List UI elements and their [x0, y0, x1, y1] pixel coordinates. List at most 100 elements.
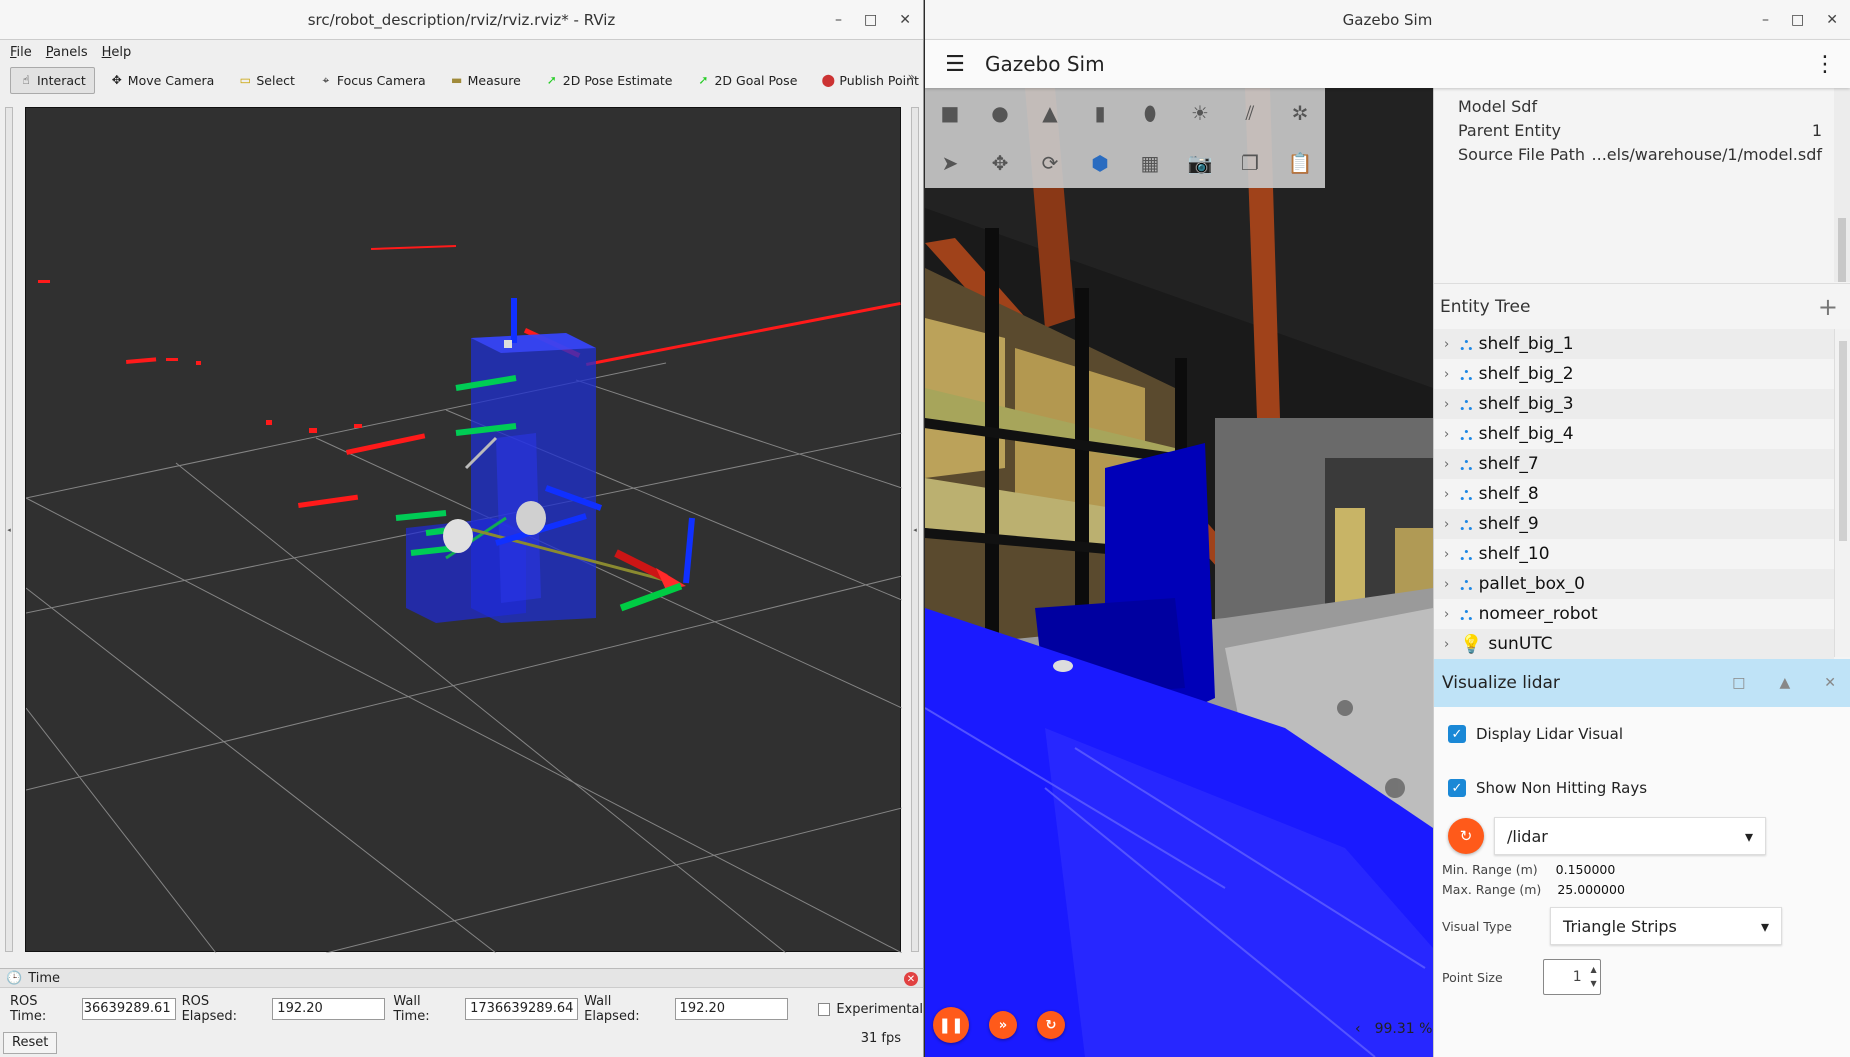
select-mode-icon[interactable]: ➤	[925, 151, 975, 175]
tool-select[interactable]: ▭ Select	[229, 67, 304, 94]
entity-item[interactable]: › ⛬ shelf_big_2	[1434, 359, 1834, 389]
pause-button[interactable]: ❚❚	[933, 1007, 969, 1043]
close-plugin-icon[interactable]: ✕	[1824, 675, 1836, 691]
tool-measure[interactable]: ▬ Measure	[441, 67, 530, 94]
topic-select[interactable]: /lidar ▾	[1494, 817, 1766, 855]
translate-mode-icon[interactable]: ✥	[975, 151, 1025, 175]
point-size-spinbox[interactable]: 1 ▲ ▼	[1542, 959, 1601, 995]
gazebo-3d-scene[interactable]	[925, 88, 1433, 1057]
tool-interact[interactable]: ☝ Interact	[10, 66, 95, 94]
copy-icon[interactable]: ❐	[1225, 151, 1275, 175]
reset-sim-button[interactable]: ↻	[1037, 1011, 1065, 1039]
tool-2d-goal-pose[interactable]: ➚ 2D Goal Pose	[687, 67, 806, 94]
non-hitting-rays-checkbox[interactable]: ✓	[1448, 779, 1466, 797]
menu-file[interactable]: File	[10, 45, 32, 60]
maximize-icon[interactable]: □	[864, 12, 877, 28]
capsule-shape-icon[interactable]: ⬮	[1125, 101, 1175, 125]
chevron-right-icon[interactable]: ›	[1444, 487, 1454, 502]
step-button[interactable]: »	[989, 1011, 1017, 1039]
transform-control-icon[interactable]: ⬢	[1075, 151, 1125, 175]
tf-axes	[614, 517, 695, 612]
entity-item[interactable]: › ⛬ shelf_10	[1434, 539, 1834, 569]
chevron-right-icon[interactable]: ›	[1444, 577, 1454, 592]
wall-elapsed-field[interactable]: 192.20	[674, 998, 788, 1020]
point-light-icon[interactable]: ☀	[1175, 101, 1225, 125]
toolbar-overflow-icon[interactable]: »	[908, 70, 915, 84]
chevron-right-icon[interactable]: ›	[1444, 607, 1454, 622]
rviz-3d-viewport[interactable]	[25, 107, 903, 954]
experimental-checkbox[interactable]	[817, 1002, 831, 1016]
dropdown-arrow-icon: ▾	[1760, 916, 1770, 936]
hamburger-menu-icon[interactable]: ☰	[925, 52, 985, 77]
entity-item[interactable]: › ⛬ shelf_8	[1434, 479, 1834, 509]
left-dock-handle[interactable]: ◂	[5, 107, 13, 952]
menu-panels[interactable]: Panels	[46, 45, 88, 60]
rtf-expand-icon[interactable]: ‹	[1355, 1021, 1361, 1037]
sphere-shape-icon[interactable]: ●	[975, 101, 1025, 125]
chevron-right-icon[interactable]: ›	[1444, 547, 1454, 562]
chevron-right-icon[interactable]: ›	[1444, 517, 1454, 532]
chevron-right-icon[interactable]: ›	[1444, 427, 1454, 442]
inspector-scrollbar[interactable]	[1834, 88, 1850, 282]
entity-tree-scrollbar[interactable]	[1834, 329, 1850, 657]
directional-light-icon[interactable]: ⫽	[1225, 101, 1275, 125]
entity-tree-header: Entity Tree +	[1434, 283, 1850, 329]
time-panel-title: Time	[28, 970, 61, 986]
gazebo-right-panel: Model Sdf Parent Entity 1 Source File Pat…	[1433, 88, 1850, 1057]
dock-icon[interactable]: □	[1732, 675, 1745, 691]
screenshot-icon[interactable]: 📷	[1175, 151, 1225, 175]
spot-light-icon[interactable]: ✲	[1275, 101, 1325, 125]
entity-item[interactable]: › ⛬ shelf_big_4	[1434, 419, 1834, 449]
wall-time-field[interactable]: 1736639289.64	[465, 998, 579, 1020]
visual-type-select[interactable]: Triangle Strips ▾	[1550, 907, 1783, 945]
entity-item[interactable]: › ⛬ shelf_big_3	[1434, 389, 1834, 419]
ros-elapsed-field[interactable]: 192.20	[272, 998, 386, 1020]
paste-icon[interactable]: 📋	[1275, 151, 1325, 175]
grid-snap-icon[interactable]: ▦	[1125, 151, 1175, 175]
chevron-right-icon[interactable]: ›	[1444, 457, 1454, 472]
dropdown-arrow-icon: ▾	[1744, 826, 1753, 846]
close-icon[interactable]: ✕	[899, 12, 911, 28]
ros-time-field[interactable]: 1736639289.61	[81, 998, 176, 1020]
chevron-right-icon[interactable]: ›	[1444, 637, 1454, 652]
right-dock-handle[interactable]: ◂	[911, 107, 919, 952]
entity-item[interactable]: › ⛬ nomeer_robot	[1434, 599, 1834, 629]
collapse-icon[interactable]: ▲	[1779, 675, 1790, 691]
menu-help[interactable]: Help	[102, 45, 132, 60]
rviz-toolbar: ☝ Interact ✥ Move Camera ▭ Select ⌖ Focus Ca…	[0, 64, 923, 96]
focus-camera-icon: ⌖	[322, 72, 330, 87]
rviz-scene	[25, 245, 903, 954]
entity-tree-title: Entity Tree	[1440, 296, 1531, 317]
minimize-icon[interactable]: –	[1762, 12, 1769, 28]
close-icon[interactable]: ✕	[1826, 12, 1838, 28]
reset-button[interactable]: Reset	[3, 1032, 58, 1054]
publish-point-icon: ⬤	[821, 73, 836, 87]
chevron-right-icon[interactable]: ›	[1444, 337, 1454, 352]
fps-readout: 31 fps	[860, 1031, 901, 1046]
rotate-mode-icon[interactable]: ⟳	[1025, 151, 1075, 175]
model-icon: ⛬	[1460, 363, 1473, 385]
add-entity-icon[interactable]: +	[1818, 293, 1838, 321]
tool-focus-camera[interactable]: ⌖ Focus Camera	[310, 67, 435, 94]
display-lidar-checkbox[interactable]: ✓	[1448, 725, 1466, 743]
maximize-icon[interactable]: □	[1791, 12, 1804, 28]
entity-item[interactable]: › ⛬ shelf_9	[1434, 509, 1834, 539]
entity-item[interactable]: › ⛬ shelf_7	[1434, 449, 1834, 479]
chevron-right-icon[interactable]: ›	[1444, 397, 1454, 412]
more-options-icon[interactable]: ⋮	[1814, 52, 1836, 77]
minimize-icon[interactable]: –	[835, 12, 842, 28]
tool-move-camera[interactable]: ✥ Move Camera	[101, 67, 224, 94]
cylinder-shape-icon[interactable]: ▮	[1075, 101, 1125, 125]
refresh-topics-button[interactable]: ↻	[1448, 818, 1484, 854]
entity-item[interactable]: › ⛬ pallet_box_0	[1434, 569, 1834, 599]
box-shape-icon[interactable]: ■	[925, 101, 975, 125]
entity-item[interactable]: › ⛬ shelf_big_1	[1434, 329, 1834, 359]
time-panel-close-icon[interactable]: ✕	[904, 972, 918, 986]
spin-arrows-icon[interactable]: ▲ ▼	[1591, 963, 1597, 991]
entity-item[interactable]: › 💡 sunUTC	[1434, 629, 1834, 659]
visualize-lidar-header: Visualize lidar □ ▲ ✕	[1434, 659, 1850, 707]
model-icon: ⛬	[1460, 573, 1473, 595]
tool-2d-pose-estimate[interactable]: ➚ 2D Pose Estimate	[536, 67, 682, 94]
cone-shape-icon[interactable]: ▲	[1025, 101, 1075, 125]
chevron-right-icon[interactable]: ›	[1444, 367, 1454, 382]
